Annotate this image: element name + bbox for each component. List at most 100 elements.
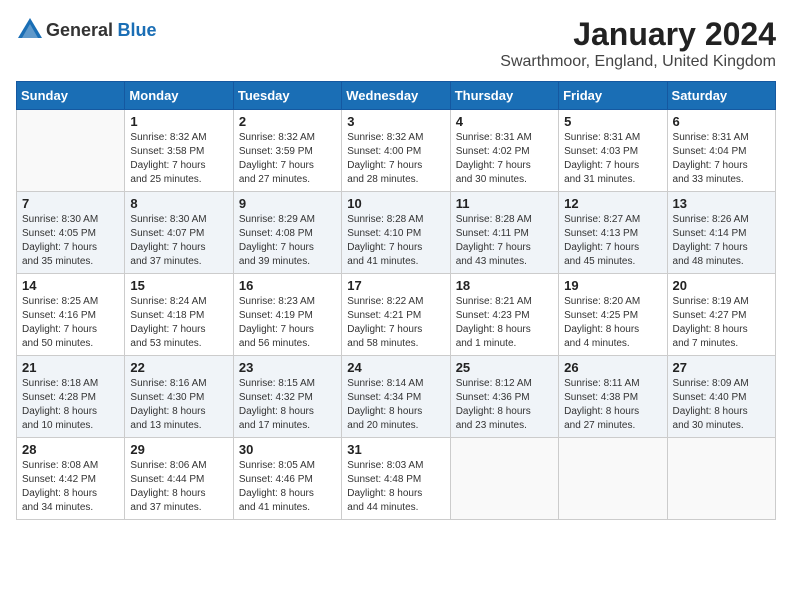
calendar-week-row: 14 Sunrise: 8:25 AMSunset: 4:16 PMDayligh… — [17, 274, 776, 356]
calendar-cell: 7 Sunrise: 8:30 AMSunset: 4:05 PMDaylight… — [17, 192, 125, 274]
day-info: Sunrise: 8:12 AMSunset: 4:36 PMDaylight:… — [456, 377, 553, 433]
calendar-table: SundayMondayTuesdayWednesdayThursdayFrid… — [16, 81, 776, 520]
day-info: Sunrise: 8:15 AMSunset: 4:32 PMDaylight:… — [239, 377, 336, 433]
day-info: Sunrise: 8:21 AMSunset: 4:23 PMDaylight:… — [456, 295, 553, 351]
calendar-cell: 17Sunrise: 8:22 AMSunset: 4:21 PMDayligh… — [342, 274, 450, 356]
day-info: Sunrise: 8:24 AMSunset: 4:18 PMDaylight:… — [130, 295, 227, 351]
calendar-cell: 1Sunrise: 8:32 AMSunset: 3:58 PMDaylight… — [125, 110, 233, 192]
day-number: 21 — [22, 360, 119, 375]
calendar-cell: 10 Sunrise: 8:28 AMSunset: 4:10 PMDayligh… — [342, 192, 450, 274]
calendar-cell: 11 Sunrise: 8:28 AMSunset: 4:11 PMDayligh… — [450, 192, 558, 274]
calendar-header-row: SundayMondayTuesdayWednesdayThursdayFrid… — [17, 82, 776, 110]
day-number: 8 — [130, 196, 227, 211]
calendar-cell: 28Sunrise: 8:08 AMSunset: 4:42 PMDayligh… — [17, 438, 125, 520]
day-number: 22 — [130, 360, 227, 375]
day-info: Sunrise: 8:27 AMSunset: 4:13 PMDaylight:… — [564, 213, 661, 269]
calendar-cell: 27 Sunrise: 8:09 AMSunset: 4:40 PMDayligh… — [667, 356, 775, 438]
col-header-wednesday: Wednesday — [342, 82, 450, 110]
calendar-week-row: 7 Sunrise: 8:30 AMSunset: 4:05 PMDaylight… — [17, 192, 776, 274]
page-header: General Blue January 2024 Swarthmoor, En… — [16, 16, 776, 71]
day-number: 5 — [564, 114, 661, 129]
day-info: Sunrise: 8:18 AMSunset: 4:28 PMDaylight:… — [22, 377, 119, 433]
day-info: Sunrise: 8:20 AMSunset: 4:25 PMDaylight:… — [564, 295, 661, 351]
logo-icon — [16, 16, 44, 44]
day-info: Sunrise: 8:16 AMSunset: 4:30 PMDaylight:… — [130, 377, 227, 433]
day-number: 9 — [239, 196, 336, 211]
day-number: 7 — [22, 196, 119, 211]
calendar-cell: 12Sunrise: 8:27 AMSunset: 4:13 PMDayligh… — [559, 192, 667, 274]
day-info: Sunrise: 8:32 AMSunset: 3:59 PMDaylight:… — [239, 131, 336, 187]
calendar-cell: 24 Sunrise: 8:14 AMSunset: 4:34 PMDayligh… — [342, 356, 450, 438]
col-header-friday: Friday — [559, 82, 667, 110]
day-info: Sunrise: 8:23 AMSunset: 4:19 PMDaylight:… — [239, 295, 336, 351]
calendar-cell: 29 Sunrise: 8:06 AMSunset: 4:44 PMDayligh… — [125, 438, 233, 520]
day-info: Sunrise: 8:03 AMSunset: 4:48 PMDaylight:… — [347, 459, 444, 515]
calendar-cell: 18 Sunrise: 8:21 AMSunset: 4:23 PMDayligh… — [450, 274, 558, 356]
day-number: 23 — [239, 360, 336, 375]
day-number: 30 — [239, 442, 336, 457]
calendar-cell: 13 Sunrise: 8:26 AMSunset: 4:14 PMDayligh… — [667, 192, 775, 274]
day-info: Sunrise: 8:31 AMSunset: 4:03 PMDaylight:… — [564, 131, 661, 187]
calendar-cell: 4 Sunrise: 8:31 AMSunset: 4:02 PMDaylight… — [450, 110, 558, 192]
day-info: Sunrise: 8:26 AMSunset: 4:14 PMDaylight:… — [673, 213, 770, 269]
day-info: Sunrise: 8:28 AMSunset: 4:11 PMDaylight:… — [456, 213, 553, 269]
title-block: January 2024 Swarthmoor, England, United… — [500, 16, 776, 71]
calendar-cell: 26Sunrise: 8:11 AMSunset: 4:38 PMDayligh… — [559, 356, 667, 438]
day-number: 15 — [130, 278, 227, 293]
day-number: 25 — [456, 360, 553, 375]
day-info: Sunrise: 8:22 AMSunset: 4:21 PMDaylight:… — [347, 295, 444, 351]
col-header-sunday: Sunday — [17, 82, 125, 110]
day-info: Sunrise: 8:32 AMSunset: 3:58 PMDaylight:… — [130, 131, 227, 187]
day-info: Sunrise: 8:30 AMSunset: 4:05 PMDaylight:… — [22, 213, 119, 269]
day-number: 4 — [456, 114, 553, 129]
calendar-week-row: 1Sunrise: 8:32 AMSunset: 3:58 PMDaylight… — [17, 110, 776, 192]
col-header-thursday: Thursday — [450, 82, 558, 110]
location-subtitle: Swarthmoor, England, United Kingdom — [500, 53, 776, 71]
day-number: 14 — [22, 278, 119, 293]
logo-general-text: General — [46, 20, 113, 40]
logo-blue-text: Blue — [118, 20, 157, 40]
calendar-cell — [17, 110, 125, 192]
col-header-tuesday: Tuesday — [233, 82, 341, 110]
day-info: Sunrise: 8:05 AMSunset: 4:46 PMDaylight:… — [239, 459, 336, 515]
day-info: Sunrise: 8:28 AMSunset: 4:10 PMDaylight:… — [347, 213, 444, 269]
calendar-cell: 6Sunrise: 8:31 AMSunset: 4:04 PMDaylight… — [667, 110, 775, 192]
calendar-cell: 2 Sunrise: 8:32 AMSunset: 3:59 PMDaylight… — [233, 110, 341, 192]
calendar-cell: 16Sunrise: 8:23 AMSunset: 4:19 PMDayligh… — [233, 274, 341, 356]
day-info: Sunrise: 8:29 AMSunset: 4:08 PMDaylight:… — [239, 213, 336, 269]
day-info: Sunrise: 8:32 AMSunset: 4:00 PMDaylight:… — [347, 131, 444, 187]
day-info: Sunrise: 8:25 AMSunset: 4:16 PMDaylight:… — [22, 295, 119, 351]
calendar-cell: 19 Sunrise: 8:20 AMSunset: 4:25 PMDayligh… — [559, 274, 667, 356]
day-number: 20 — [673, 278, 770, 293]
day-number: 27 — [673, 360, 770, 375]
day-number: 11 — [456, 196, 553, 211]
logo: General Blue — [16, 16, 157, 44]
calendar-cell: 5 Sunrise: 8:31 AMSunset: 4:03 PMDaylight… — [559, 110, 667, 192]
day-number: 13 — [673, 196, 770, 211]
col-header-monday: Monday — [125, 82, 233, 110]
day-number: 19 — [564, 278, 661, 293]
day-number: 18 — [456, 278, 553, 293]
day-info: Sunrise: 8:06 AMSunset: 4:44 PMDaylight:… — [130, 459, 227, 515]
calendar-cell: 14 Sunrise: 8:25 AMSunset: 4:16 PMDayligh… — [17, 274, 125, 356]
calendar-cell — [667, 438, 775, 520]
day-info: Sunrise: 8:30 AMSunset: 4:07 PMDaylight:… — [130, 213, 227, 269]
calendar-cell: 9 Sunrise: 8:29 AMSunset: 4:08 PMDaylight… — [233, 192, 341, 274]
day-number: 24 — [347, 360, 444, 375]
day-info: Sunrise: 8:09 AMSunset: 4:40 PMDaylight:… — [673, 377, 770, 433]
day-number: 3 — [347, 114, 444, 129]
day-number: 10 — [347, 196, 444, 211]
calendar-cell: 30 Sunrise: 8:05 AMSunset: 4:46 PMDayligh… — [233, 438, 341, 520]
day-info: Sunrise: 8:31 AMSunset: 4:02 PMDaylight:… — [456, 131, 553, 187]
calendar-cell — [559, 438, 667, 520]
day-info: Sunrise: 8:19 AMSunset: 4:27 PMDaylight:… — [673, 295, 770, 351]
day-info: Sunrise: 8:14 AMSunset: 4:34 PMDaylight:… — [347, 377, 444, 433]
calendar-cell: 25 Sunrise: 8:12 AMSunset: 4:36 PMDayligh… — [450, 356, 558, 438]
day-number: 6 — [673, 114, 770, 129]
day-number: 26 — [564, 360, 661, 375]
day-info: Sunrise: 8:08 AMSunset: 4:42 PMDaylight:… — [22, 459, 119, 515]
calendar-cell: 22 Sunrise: 8:16 AMSunset: 4:30 PMDayligh… — [125, 356, 233, 438]
day-number: 2 — [239, 114, 336, 129]
calendar-week-row: 21 Sunrise: 8:18 AMSunset: 4:28 PMDayligh… — [17, 356, 776, 438]
day-number: 29 — [130, 442, 227, 457]
